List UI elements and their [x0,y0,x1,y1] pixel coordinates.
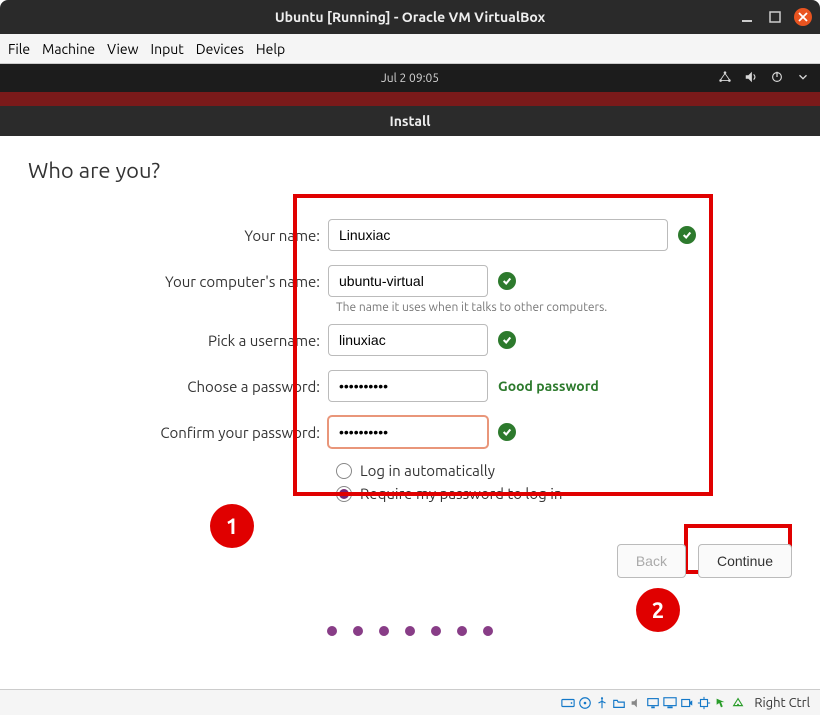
radio-checked-icon [336,486,352,502]
optical-icon[interactable] [578,696,592,710]
dot-icon [483,626,493,636]
recording-icon[interactable] [680,696,694,710]
clock: Jul 2 09:05 [381,72,439,85]
host-key-label: Right Ctrl [754,696,810,710]
require-password-radio[interactable]: Require my password to log in [328,485,792,502]
network-status-icon[interactable] [646,696,660,710]
computer-hint: The name it uses when it talks to other … [328,301,792,314]
audio-icon[interactable] [629,696,643,710]
dot-icon [353,626,363,636]
annotation-circle-1: 1 [210,504,254,548]
check-icon [498,331,516,349]
dot-icon [405,626,415,636]
volume-icon[interactable] [744,70,758,87]
shared-folder-icon[interactable] [612,696,626,710]
check-icon [678,226,696,244]
check-icon [498,272,516,290]
display-icon[interactable] [663,696,677,710]
check-icon [498,423,516,441]
guest-topbar: Jul 2 09:05 [0,64,820,92]
install-title: Install [390,113,431,129]
dot-icon [327,626,337,636]
processor-icon[interactable] [697,696,711,710]
window-controls [738,8,812,26]
annotation-circle-2: 2 [636,588,680,632]
keyboard-capture-icon[interactable] [731,696,745,710]
continue-button[interactable]: Continue [698,544,792,578]
maximize-button[interactable] [766,8,784,26]
install-header: Install [0,106,820,136]
power-icon[interactable] [770,70,784,87]
back-button[interactable]: Back [617,544,686,578]
network-icon[interactable] [718,70,732,87]
radio-unchecked-icon [336,463,352,479]
confirm-input[interactable] [328,416,488,448]
dot-icon [379,626,389,636]
auto-login-label: Log in automatically [360,462,495,479]
window-title: Ubuntu [Running] - Oracle VM VirtualBox [275,9,545,25]
auto-login-radio[interactable]: Log in automatically [328,462,792,479]
progress-dots [327,626,493,636]
user-form: Your name: Your computer's name: The nam… [28,219,792,502]
dot-icon [431,626,441,636]
window-titlebar: Ubuntu [Running] - Oracle VM VirtualBox [0,0,820,34]
password-label: Choose a password: [28,378,328,395]
mouse-integration-icon[interactable] [714,696,728,710]
password-strength: Good password [498,378,599,394]
minimize-button[interactable] [738,8,756,26]
vbox-statusbar: Right Ctrl [0,689,820,715]
confirm-label: Confirm your password: [28,424,328,441]
computer-input[interactable] [328,265,488,297]
hdd-icon[interactable] [561,696,575,710]
footer-buttons: Back Continue [617,544,792,578]
close-button[interactable] [794,8,812,26]
computer-label: Your computer's name: [28,273,328,290]
dot-icon [457,626,467,636]
accent-stripe [0,92,820,106]
name-input[interactable] [328,219,668,251]
menu-view[interactable]: View [107,41,138,57]
page-title: Who are you? [28,158,792,183]
require-password-label: Require my password to log in [360,485,562,502]
chevron-down-icon[interactable] [796,70,810,87]
username-label: Pick a username: [28,332,328,349]
menubar: File Machine View Input Devices Help [0,34,820,64]
menu-file[interactable]: File [8,41,30,57]
password-input[interactable] [328,370,488,402]
installer-content: Who are you? Your name: Your computer's … [0,136,820,656]
usb-icon[interactable] [595,696,609,710]
menu-help[interactable]: Help [256,41,285,57]
name-label: Your name: [28,227,328,244]
username-input[interactable] [328,324,488,356]
menu-devices[interactable]: Devices [196,41,244,57]
menu-machine[interactable]: Machine [42,41,95,57]
menu-input[interactable]: Input [151,41,184,57]
